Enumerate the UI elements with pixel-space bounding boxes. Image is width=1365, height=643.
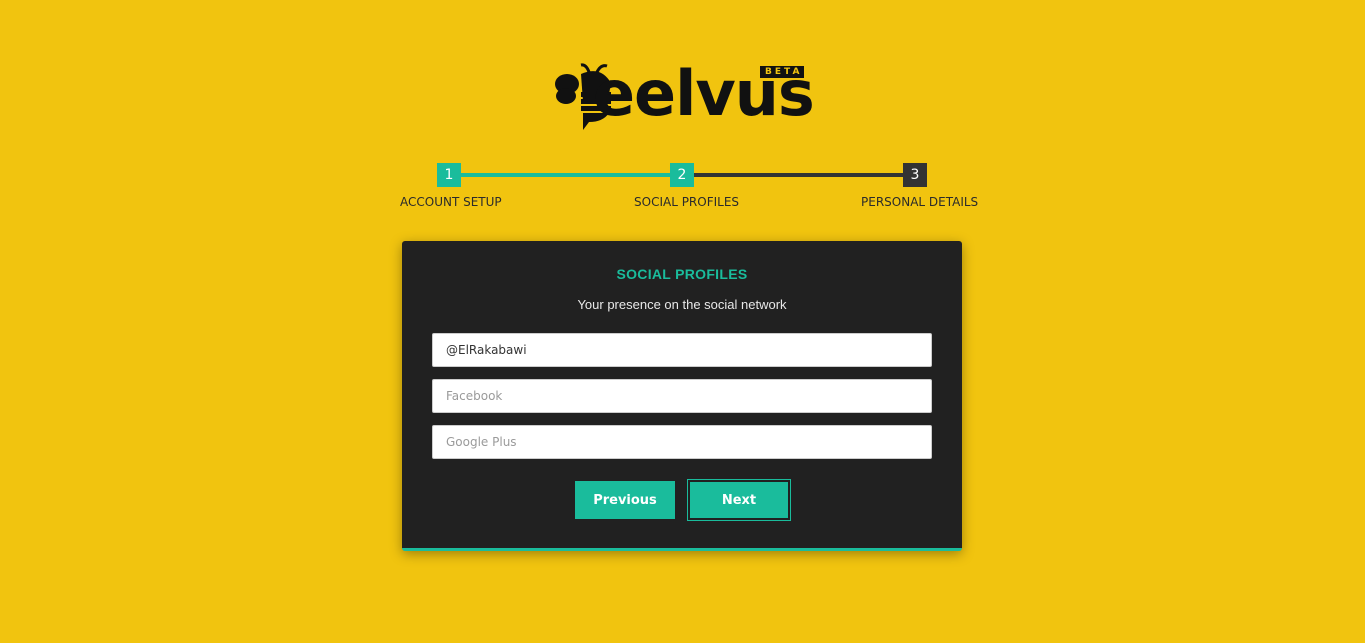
progress-track-remaining xyxy=(682,173,915,177)
previous-button[interactable]: Previous xyxy=(575,481,675,519)
step-3-label: PERSONAL DETAILS xyxy=(861,195,979,209)
progress-steps: 1 2 3 ACCOUNT SETUP SOCIAL PROFILES PERS… xyxy=(0,0,1365,220)
card-subtitle: Your presence on the social network xyxy=(577,297,787,312)
step-3-marker[interactable]: 3 xyxy=(903,163,927,187)
step-2-label: SOCIAL PROFILES xyxy=(634,195,740,209)
progress-track-complete xyxy=(449,173,682,177)
google-plus-input[interactable] xyxy=(432,425,932,459)
social-profiles-card: SOCIAL PROFILES Your presence on the soc… xyxy=(402,241,962,551)
card-title: SOCIAL PROFILES xyxy=(616,266,748,282)
step-1-marker[interactable]: 1 xyxy=(437,163,461,187)
facebook-input[interactable] xyxy=(432,379,932,413)
step-1-label: ACCOUNT SETUP xyxy=(400,195,502,209)
step-2-marker[interactable]: 2 xyxy=(670,163,694,187)
twitter-input[interactable] xyxy=(432,333,932,367)
next-button[interactable]: Next xyxy=(687,479,791,521)
